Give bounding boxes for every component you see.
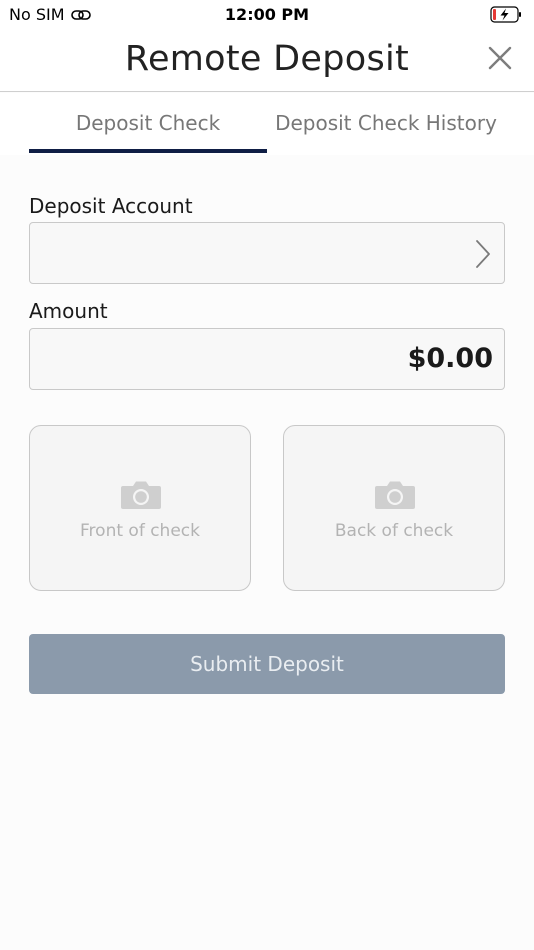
deposit-account-selector[interactable] (29, 222, 505, 284)
close-icon[interactable] (488, 46, 512, 70)
remote-deposit-screen: No SIM 12:00 PM Remote Deposit Deposit C… (0, 0, 534, 950)
status-time: 12:00 PM (224, 5, 310, 24)
front-of-check-capture[interactable]: Front of check (29, 425, 251, 591)
battery-charging-icon (490, 6, 521, 23)
front-of-check-label: Front of check (80, 521, 200, 541)
camera-icon (121, 481, 161, 509)
back-of-check-label: Back of check (334, 521, 454, 541)
amount-label: Amount (29, 299, 108, 323)
deposit-account-label: Deposit Account (29, 194, 193, 218)
status-bar: No SIM 12:00 PM (0, 0, 534, 30)
submit-deposit-button[interactable]: Submit Deposit (29, 634, 505, 694)
tab-deposit-check[interactable]: Deposit Check (29, 93, 267, 155)
back-of-check-capture[interactable]: Back of check (283, 425, 505, 591)
amount-value: $0.00 (407, 343, 493, 374)
camera-icon (375, 481, 415, 509)
tab-deposit-check-history[interactable]: Deposit Check History (267, 93, 505, 155)
screen-header: Remote Deposit (0, 30, 534, 92)
tab-bar: Deposit Check Deposit Check History (0, 93, 534, 155)
active-tab-indicator (29, 149, 267, 153)
page-title: Remote Deposit (124, 39, 410, 79)
chevron-right-icon (476, 240, 490, 268)
tab-label: Deposit Check (75, 111, 221, 135)
tab-label: Deposit Check History (275, 111, 497, 135)
amount-field[interactable]: $0.00 (29, 328, 505, 390)
